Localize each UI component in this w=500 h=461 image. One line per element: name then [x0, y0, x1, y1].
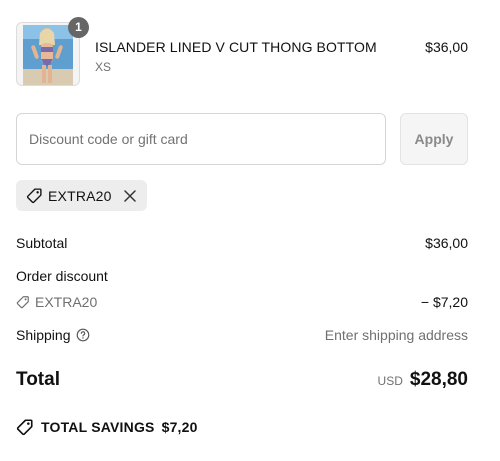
product-thumbnail: 1 [16, 17, 89, 86]
quantity-badge: 1 [68, 17, 89, 38]
apply-discount-button[interactable]: Apply [400, 113, 468, 165]
total-value-group: USD $28,80 [378, 369, 468, 391]
shipping-value: Enter shipping address [324, 327, 468, 343]
order-discount-label: Order discount [16, 268, 108, 284]
product-image [23, 25, 73, 85]
subtotal-label: Subtotal [16, 235, 68, 251]
tag-icon [16, 418, 34, 436]
product-line-item: 1 ISLANDER LINED V CUT THONG BOTTOM XS $… [16, 17, 468, 88]
help-circle-icon[interactable] [76, 328, 90, 342]
order-summary: 1 ISLANDER LINED V CUT THONG BOTTOM XS $… [0, 0, 500, 461]
total-savings: TOTAL SAVINGS $7,20 [16, 418, 198, 436]
total-label: Total [16, 369, 60, 390]
applied-discount-code: EXTRA20 [48, 187, 112, 204]
close-icon[interactable] [123, 189, 137, 203]
product-name: ISLANDER LINED V CUT THONG BOTTOM [95, 39, 377, 55]
discount-line-value: − $7,20 [420, 294, 468, 310]
product-variant: XS [95, 60, 112, 74]
product-price: $36,00 [425, 39, 468, 55]
total-value: $28,80 [409, 369, 468, 390]
discount-code-input[interactable] [16, 113, 386, 165]
tag-icon [16, 295, 30, 309]
currency-code: USD [377, 374, 403, 388]
total-savings-label: TOTAL SAVINGS [41, 419, 155, 435]
shipping-label: Shipping [16, 327, 71, 343]
subtotal-value: $36,00 [425, 235, 468, 251]
discount-line-code: EXTRA20 [35, 294, 98, 310]
applied-discount-chip: EXTRA20 [16, 180, 147, 211]
total-savings-value: $7,20 [161, 419, 198, 435]
tag-icon [26, 187, 43, 204]
